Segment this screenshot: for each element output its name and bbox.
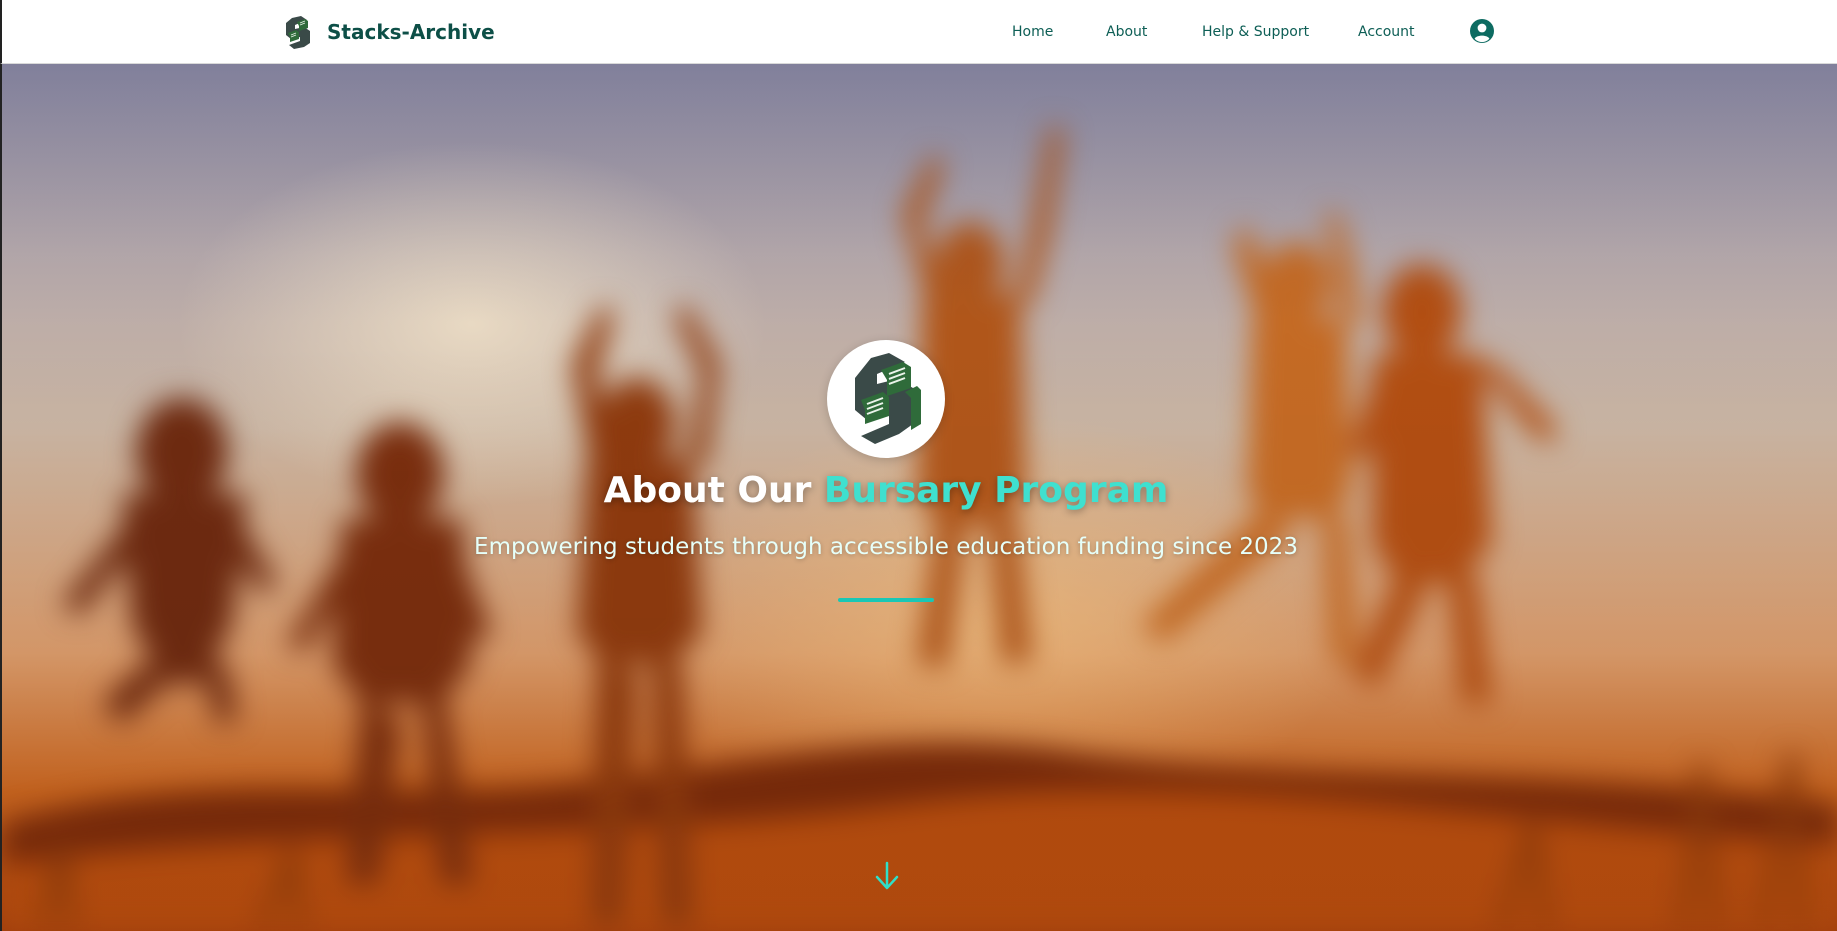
navbar: Stacks-Archive Home About Help & Support… bbox=[0, 0, 1837, 64]
user-circle-icon[interactable] bbox=[1469, 18, 1495, 44]
stacks-archive-logo-icon bbox=[286, 16, 310, 49]
hero-title-accent: Bursary Program bbox=[823, 470, 1169, 511]
hero-subtitle: Empowering students through accessible e… bbox=[474, 534, 1298, 560]
stacks-archive-logo-icon bbox=[855, 353, 921, 444]
hero-content: About Our Bursary Program Empowering stu… bbox=[2, 64, 1837, 931]
hero-title: About Our Bursary Program bbox=[2, 470, 1770, 511]
hero-divider bbox=[838, 598, 934, 602]
brand-name: Stacks-Archive bbox=[327, 20, 495, 44]
nav-account[interactable]: Account bbox=[1358, 24, 1415, 40]
hero-title-prefix: About Our bbox=[603, 470, 824, 511]
nav-home[interactable]: Home bbox=[1012, 24, 1053, 40]
arrow-down-icon[interactable] bbox=[873, 860, 901, 892]
nav-help-support[interactable]: Help & Support bbox=[1202, 24, 1309, 40]
brand[interactable]: Stacks-Archive bbox=[283, 13, 495, 51]
hero-logo-badge bbox=[827, 340, 945, 458]
hero-section: About Our Bursary Program Empowering stu… bbox=[0, 64, 1837, 931]
nav-about[interactable]: About bbox=[1106, 24, 1147, 40]
